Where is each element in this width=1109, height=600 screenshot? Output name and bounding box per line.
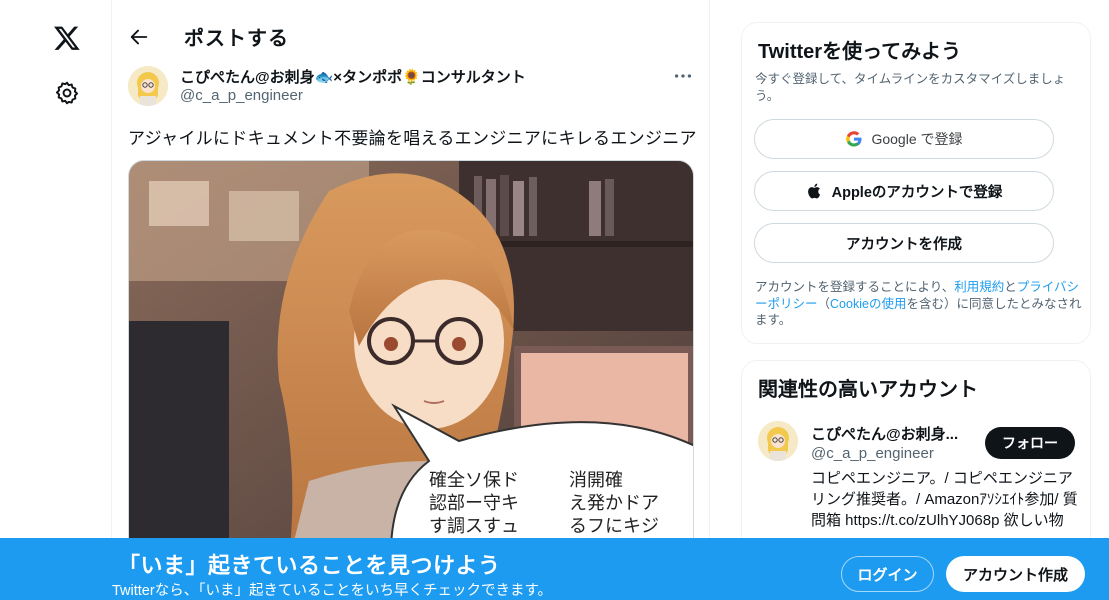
follow-button[interactable]: フォロー (985, 427, 1075, 459)
legal-text: アカウントを登録することにより、利用規約とプライバシーポリシー（Cookieの使… (755, 279, 1085, 329)
author-handle[interactable]: @c_a_p_engineer (180, 87, 303, 104)
terms-link[interactable]: 利用規約 (954, 280, 1004, 294)
speech-line: 消開確 (569, 470, 623, 491)
avatar[interactable] (128, 66, 168, 106)
related-account-name[interactable]: こぴぺたん@お刺身... (811, 423, 958, 444)
speech-line: 確全ソ保ド (429, 470, 519, 491)
google-icon (846, 131, 862, 147)
apple-signup-button[interactable]: Appleのアカウントで登録 (754, 171, 1054, 211)
create-account-button[interactable]: アカウントを作成 (754, 223, 1054, 263)
speech-line: るフにキジ (569, 516, 659, 537)
google-signup-label: Google で登録 (871, 131, 963, 147)
left-nav (0, 0, 112, 600)
apple-signup-label: Appleのアカウントで登録 (831, 184, 1003, 201)
gear-icon[interactable] (54, 80, 80, 106)
post-media-image[interactable]: 確全ソ保ド 認部ー守キ す調スすュ 消開確 え発かドア るフにキジ (128, 160, 694, 560)
arrow-left-icon[interactable] (128, 26, 150, 48)
banner-title: 「いま」起きていることを見つけよう (118, 553, 501, 578)
signup-banner: 「いま」起きていることを見つけよう Twitterなら、「いま」起きていることを… (0, 538, 1109, 600)
speech-line: 認部ー守キ (429, 493, 519, 514)
speech-line: え発かドア (569, 493, 659, 514)
app-root: ポストする こぴぺたん@お刺身🐟×タンポポ🌻コンサルタント @c_a_p_eng… (0, 0, 1109, 600)
related-account-bio: コピペエンジニア。/ コピペエンジニアリング推奨者。/ Amazonｱｿｼｴｲﾄ… (811, 470, 1078, 529)
speech-line: す調スすュ (429, 516, 519, 537)
legal-prefix: アカウントを登録することにより、 (755, 280, 955, 294)
main-column: ポストする こぴぺたん@お刺身🐟×タンポポ🌻コンサルタント @c_a_p_eng… (112, 0, 710, 600)
legal-and: と (1004, 280, 1017, 294)
page-title: ポストする (184, 28, 289, 50)
post-text: アジャイルにドキュメント不要論を唱えるエンジニアにキレるエンジニア (128, 129, 697, 148)
login-button[interactable]: ログイン (841, 556, 934, 592)
cookie-link[interactable]: Cookieの使用 (830, 297, 906, 311)
apple-icon (807, 183, 820, 199)
x-logo-icon[interactable] (52, 24, 82, 52)
author-name[interactable]: こぴぺたん@お刺身🐟×タンポポ🌻コンサルタント (180, 66, 526, 87)
ellipsis-icon[interactable] (672, 66, 694, 86)
signup-card: Twitterを使ってみよう 今すぐ登録して、タイムラインをカスタマイズしましょ… (741, 22, 1091, 344)
signup-card-title: Twitterを使ってみよう (758, 41, 962, 63)
post-author: こぴぺたん@お刺身🐟×タンポポ🌻コンサルタント @c_a_p_engineer (128, 64, 694, 108)
create-account-label: アカウントを作成 (846, 236, 962, 253)
google-signup-button[interactable]: Google で登録 (754, 119, 1054, 159)
signup-button[interactable]: アカウント作成 (946, 556, 1085, 592)
page-header: ポストする (112, 18, 709, 58)
banner-description: Twitterなら、「いま」起きていることをいち早くチェックできます。 (112, 583, 552, 599)
legal-paren: （ (817, 296, 831, 311)
related-card-title: 関連性の高いアカウント (758, 379, 978, 401)
related-account-handle[interactable]: @c_a_p_engineer (811, 445, 934, 462)
signup-card-subtitle: 今すぐ登録して、タイムラインをカスタマイズしましょう。 (755, 72, 1066, 103)
avatar[interactable] (758, 421, 798, 461)
